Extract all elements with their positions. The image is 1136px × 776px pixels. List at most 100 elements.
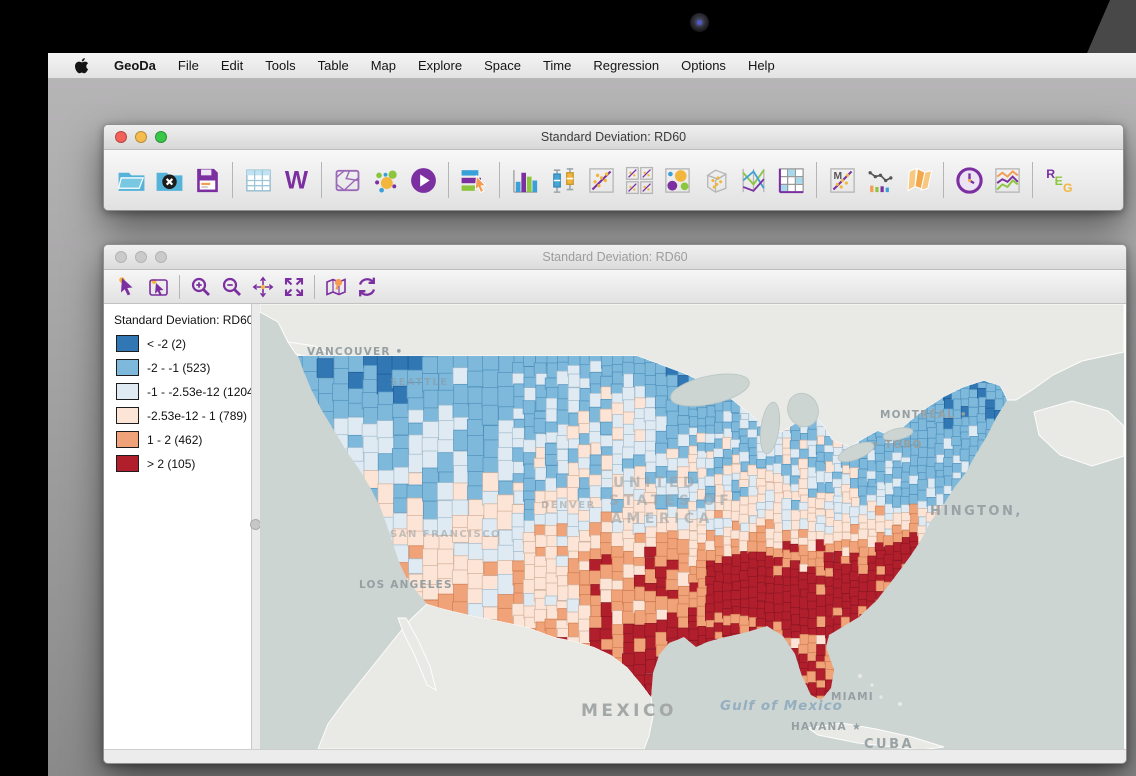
legend-entry[interactable]: -2 - -1 (523) <box>116 359 251 376</box>
base-map-icon[interactable] <box>320 273 351 301</box>
weights-manager-icon[interactable]: W <box>277 161 315 199</box>
menu-explore[interactable]: Explore <box>407 58 473 73</box>
select-icon[interactable] <box>112 273 143 301</box>
legend-entry[interactable]: -2.53e-12 - 1 (789) <box>116 407 251 424</box>
map-label: Gulf of Mexico <box>720 698 843 714</box>
legend-label: -2.53e-12 - 1 (789) <box>147 409 247 423</box>
svg-text:M: M <box>833 171 842 182</box>
legend-swatch <box>116 455 139 472</box>
toolbar-separator <box>943 162 944 198</box>
menu-options[interactable]: Options <box>670 58 737 73</box>
averages-chart-icon[interactable] <box>988 161 1026 199</box>
toolbar-separator <box>179 275 180 299</box>
map-label: VANCOUVER • <box>307 346 403 358</box>
legend-swatch <box>116 407 139 424</box>
map-window-titlebar[interactable]: Standard Deviation: RD60 <box>104 245 1126 270</box>
scatter-plot-icon[interactable] <box>582 161 620 199</box>
legend-panel[interactable]: Standard Deviation: RD60 < -2 (2) -2 - -1… <box>104 304 252 749</box>
category-editor-icon[interactable] <box>455 161 493 199</box>
map-label: HINGTON, <box>930 504 1023 519</box>
cluster-icon[interactable] <box>366 161 404 199</box>
menu-edit[interactable]: Edit <box>210 58 254 73</box>
map-label: MONTRÉAL • <box>880 408 968 421</box>
full-extent-icon[interactable] <box>278 273 309 301</box>
menu-space[interactable]: Space <box>473 58 532 73</box>
scatter-3d-icon[interactable] <box>696 161 734 199</box>
choropleth-map[interactable]: VANCOUVER •SEATTLEMONTRÉAL •• TOROHINGTO… <box>260 304 1124 749</box>
legend-entry[interactable]: 1 - 2 (462) <box>116 431 251 448</box>
pan-icon[interactable] <box>247 273 278 301</box>
map-window: Standard Deviation: RD60 Standard Deviat… <box>103 244 1127 764</box>
map-frame-icon[interactable] <box>328 161 366 199</box>
map-label: STATES OF <box>609 493 733 509</box>
legend-swatch <box>116 383 139 400</box>
legend-entry[interactable]: < -2 (2) <box>116 335 251 352</box>
legend-swatch <box>116 359 139 376</box>
map-label: MIAMI <box>831 691 874 703</box>
svg-text:E: E <box>1054 174 1062 188</box>
menu-help[interactable]: Help <box>737 58 786 73</box>
legend-label: 1 - 2 (462) <box>147 433 202 447</box>
toolbar-separator <box>321 162 322 198</box>
map-canvas[interactable]: VANCOUVER •SEATTLEMONTRÉAL •• TOROHINGTO… <box>260 304 1126 749</box>
panel-splitter[interactable] <box>252 304 260 749</box>
zoom-window-button[interactable] <box>155 251 167 263</box>
legend-rows: < -2 (2) -2 - -1 (523) -1 - -2.53e-12 (120… <box>114 335 251 472</box>
menu-geoda[interactable]: GeoDa <box>103 58 167 73</box>
map-label: CUBA <box>864 737 914 749</box>
menu-tools[interactable]: Tools <box>254 58 306 73</box>
menu-items: GeoDaFileEditToolsTableMapExploreSpaceTi… <box>103 58 786 73</box>
refresh-icon[interactable] <box>351 273 382 301</box>
zoom-in-icon[interactable] <box>185 273 216 301</box>
toolbar-window-titlebar[interactable]: Standard Deviation: RD60 <box>104 125 1123 150</box>
legend-label: -1 - -2.53e-12 (1204) <box>147 385 252 399</box>
scatter-matrix-icon[interactable] <box>620 161 658 199</box>
toolbar-separator <box>499 162 500 198</box>
conditional-plot-icon[interactable] <box>772 161 810 199</box>
play-icon[interactable] <box>404 161 442 199</box>
save-project-icon[interactable] <box>188 161 226 199</box>
menu-map[interactable]: Map <box>360 58 407 73</box>
toolbar-separator <box>448 162 449 198</box>
select-rect-icon[interactable] <box>143 273 174 301</box>
close-window-button[interactable] <box>115 251 127 263</box>
map-window-title: Standard Deviation: RD60 <box>542 250 687 264</box>
toolbar-separator <box>314 275 315 299</box>
zoom-window-button[interactable] <box>155 131 167 143</box>
menu-regression[interactable]: Regression <box>582 58 670 73</box>
table-icon[interactable] <box>239 161 277 199</box>
legend-label: > 2 (105) <box>147 457 195 471</box>
toolbar-separator <box>816 162 817 198</box>
map-label: AMERICA <box>611 511 714 527</box>
zoom-out-icon[interactable] <box>216 273 247 301</box>
legend-entry[interactable]: -1 - -2.53e-12 (1204) <box>116 383 251 400</box>
space-time-icon[interactable] <box>899 161 937 199</box>
legend-title: Standard Deviation: RD60 <box>114 313 251 327</box>
bubble-chart-icon[interactable] <box>658 161 696 199</box>
menu-table[interactable]: Table <box>307 58 360 73</box>
screen: GeoDaFileEditToolsTableMapExploreSpaceTi… <box>48 53 1136 776</box>
histogram-icon[interactable] <box>506 161 544 199</box>
boxplot-icon[interactable] <box>544 161 582 199</box>
map-label: SEATTLE <box>390 377 449 388</box>
minimize-window-button[interactable] <box>135 131 147 143</box>
open-project-icon[interactable] <box>112 161 150 199</box>
apple-menu-icon[interactable] <box>68 57 95 74</box>
menu-time[interactable]: Time <box>532 58 582 73</box>
parallel-coordinates-icon[interactable] <box>734 161 772 199</box>
time-player-icon[interactable] <box>950 161 988 199</box>
minimize-window-button[interactable] <box>135 251 147 263</box>
regression-icon[interactable]: REG <box>1039 161 1077 199</box>
menu-file[interactable]: File <box>167 58 210 73</box>
toolbar-separator <box>1032 162 1033 198</box>
status-bar <box>104 749 1126 763</box>
moran-scatter-icon[interactable]: M <box>823 161 861 199</box>
map-label: HAVANA ★ <box>791 721 862 733</box>
legend-entry[interactable]: > 2 (105) <box>116 455 251 472</box>
svg-text:W: W <box>284 167 308 194</box>
close-project-icon[interactable] <box>150 161 188 199</box>
toolbar-separator <box>232 162 233 198</box>
desktop: Standard Deviation: RD60 W M REG Standard … <box>48 79 1136 776</box>
close-window-button[interactable] <box>115 131 127 143</box>
correlogram-icon[interactable] <box>861 161 899 199</box>
